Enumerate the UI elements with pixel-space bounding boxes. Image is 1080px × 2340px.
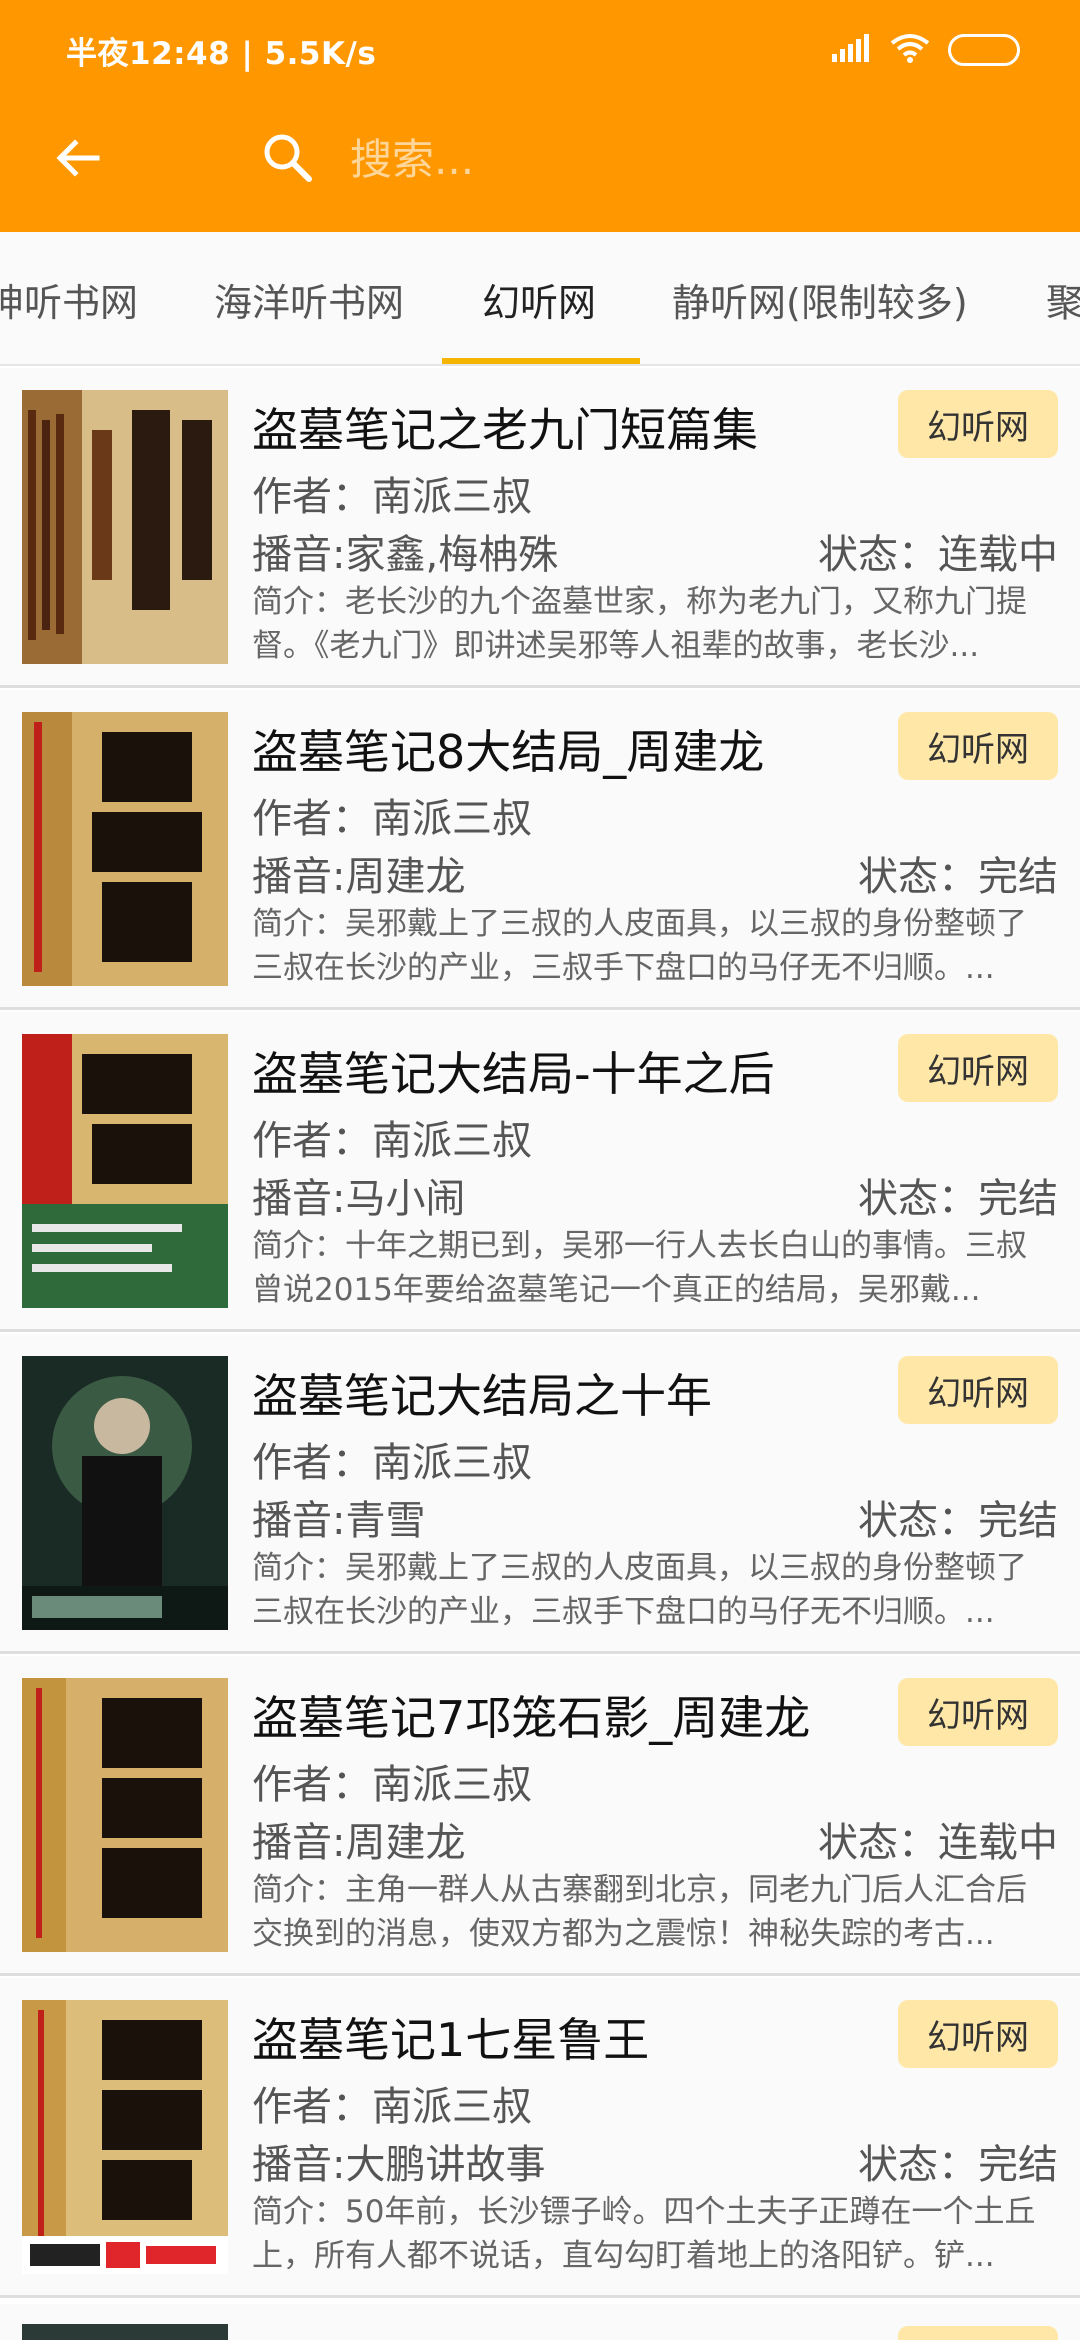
book-title: 盗墓笔记大结局-十年之后 [252, 1047, 775, 1101]
book-status: 状态：连载中 [818, 532, 1058, 578]
source-badge: 幻听网 [898, 2000, 1058, 2068]
status-time: 半夜12:48 | 5.5K/s [66, 36, 377, 72]
source-badge [898, 2326, 1058, 2340]
wifi-icon [890, 33, 930, 67]
book-status: 状态：连载中 [818, 1820, 1058, 1866]
signal-icon [832, 34, 872, 66]
list-item[interactable]: 盗墓笔记1七星鲁王 幻听网 作者：南派三叔 播音:大鹏讲故事 状态：完结 简介：… [0, 1978, 1080, 2298]
book-title: 盗墓笔记8大结局_周建龙 [252, 725, 765, 779]
book-intro: 简介：十年之期已到，吴邪一行人去长白山的事情。三叔曾说2015年要给盗墓笔记一个… [252, 1228, 1027, 1308]
tab-huanting[interactable]: 幻听网 [482, 232, 596, 364]
book-cover [22, 1034, 228, 1308]
book-author: 作者：南派三叔 [252, 2084, 532, 2130]
book-cover [22, 712, 228, 986]
book-status: 状态：完结 [858, 1498, 1058, 1544]
book-intro: 简介：吴邪戴上了三叔的人皮面具，以三叔的身份整顿了三叔在长沙的产业，三叔手下盘口… [252, 906, 1027, 986]
book-narrator: 播音:青雪 [252, 1498, 426, 1544]
source-badge: 幻听网 [898, 1356, 1058, 1424]
book-author: 作者：南派三叔 [252, 1118, 532, 1164]
arrow-left-icon [56, 139, 100, 177]
book-intro: 简介：50年前，长沙镖子岭。四个土夫子正蹲在一个土丘上，所有人都不说话，直勾勾盯… [252, 2194, 1036, 2274]
tab-kun[interactable]: 坤听书网 [0, 232, 138, 364]
book-author: 作者：南派三叔 [252, 796, 532, 842]
status-bar: 半夜12:48 | 5.5K/s 57 [0, 0, 1080, 100]
book-title: 盗墓笔记7邛笼石影_周建龙 [252, 1691, 811, 1745]
book-narrator: 播音:马小闹 [252, 1176, 466, 1222]
tab-ju[interactable]: 聚 [1046, 232, 1080, 364]
tab-indicator [442, 358, 640, 364]
search-icon [264, 134, 312, 182]
source-badge: 幻听网 [898, 712, 1058, 780]
book-status: 状态：完结 [858, 854, 1058, 900]
list-item[interactable]: 盗墓笔记8大结局_周建龙 幻听网 作者：南派三叔 播音:周建龙 状态：完结 简介… [0, 690, 1080, 1010]
battery-level: 57 [970, 38, 998, 62]
status-icons: 57 [832, 30, 1020, 70]
source-badge: 幻听网 [898, 1678, 1058, 1746]
book-cover [22, 1678, 228, 1952]
list-item[interactable]: 盗墓笔记大结局-十年之后 幻听网 作者：南派三叔 播音:马小闹 状态：完结 简介… [0, 1012, 1080, 1332]
list-item[interactable]: 盗墓笔记之老九门短篇集 幻听网 作者：南派三叔 播音:家鑫,梅柟殊 状态：连载中… [0, 368, 1080, 688]
book-intro: 简介：吴邪戴上了三叔的人皮面具，以三叔的身份整顿了三叔在长沙的产业，三叔手下盘口… [252, 1550, 1027, 1630]
list-item[interactable]: 盗墓笔记7邛笼石影_周建龙 幻听网 作者：南派三叔 播音:周建龙 状态：连载中 … [0, 1656, 1080, 1976]
book-cover [22, 2000, 228, 2274]
book-status: 状态：完结 [858, 1176, 1058, 1222]
search-button[interactable] [250, 120, 326, 196]
source-badge: 幻听网 [898, 1034, 1058, 1102]
book-intro: 简介：主角一群人从古寨翻到北京，同老九门后人汇合后交换到的消息，使双方都为之震惊… [252, 1872, 1027, 1952]
book-cover [22, 1356, 228, 1630]
book-cover [22, 390, 228, 664]
book-narrator: 播音:周建龙 [252, 1820, 466, 1866]
book-narrator: 播音:周建龙 [252, 854, 466, 900]
book-author: 作者：南派三叔 [252, 474, 532, 520]
search-input[interactable] [350, 124, 1010, 194]
book-author: 作者：南派三叔 [252, 1762, 532, 1808]
back-button[interactable] [42, 122, 114, 194]
book-status: 状态：完结 [858, 2142, 1058, 2188]
source-badge: 幻听网 [898, 390, 1058, 458]
book-title: 盗墓笔记之老九门短篇集 [252, 403, 758, 457]
book-narrator: 播音:大鹏讲故事 [252, 2142, 546, 2188]
tab-jingting[interactable]: 静听网(限制较多) [672, 232, 968, 364]
book-narrator: 播音:家鑫,梅柟殊 [252, 532, 559, 578]
book-intro: 简介：老长沙的九个盗墓世家，称为老九门，又称九门提督。《老九门》即讲述吴邪等人祖… [252, 584, 1027, 664]
source-tabs: 坤听书网 海洋听书网 幻听网 静听网(限制较多) 聚 [0, 232, 1080, 366]
tab-haiyang[interactable]: 海洋听书网 [214, 232, 404, 364]
book-cover [22, 2324, 228, 2340]
list-item[interactable]: 盗墓笔记大结局之十年 幻听网 作者：南派三叔 播音:青雪 状态：完结 简介：吴邪… [0, 1334, 1080, 1654]
battery-icon: 57 [948, 34, 1020, 66]
list-item-partial[interactable] [0, 2304, 1080, 2340]
book-author: 作者：南派三叔 [252, 1440, 532, 1486]
book-title: 盗墓笔记1七星鲁王 [252, 2013, 650, 2067]
book-title: 盗墓笔记大结局之十年 [252, 1369, 712, 1423]
app-bar: 半夜12:48 | 5.5K/s 57 搜索... [0, 0, 1080, 232]
